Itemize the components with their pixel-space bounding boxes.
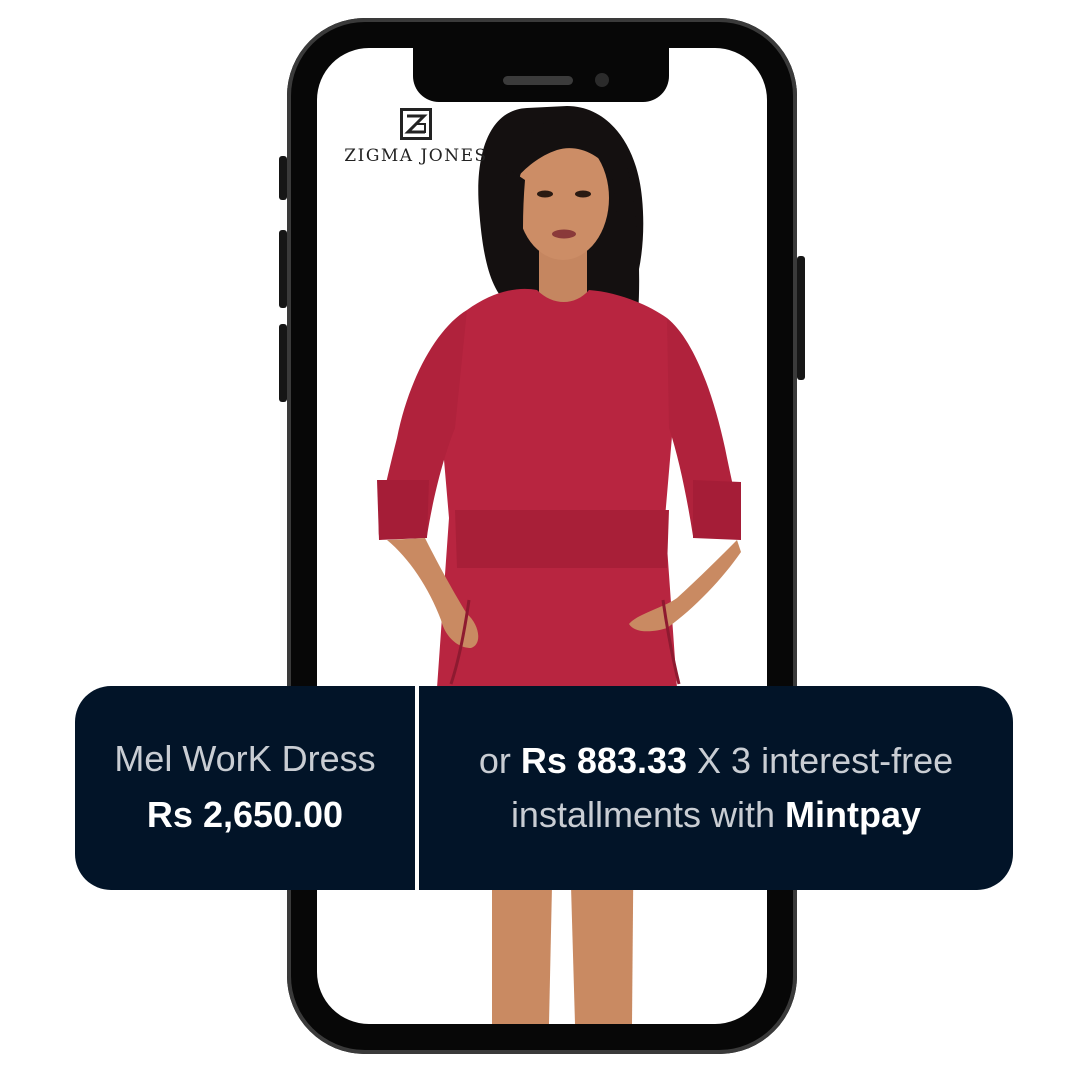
phone-frame: ZIGMA JONES xyxy=(279,18,805,1054)
product-info: Mel WorK Dress Rs 2,650.00 xyxy=(75,686,415,890)
product-name: Mel WorK Dress xyxy=(114,738,376,779)
zigma-jones-logo-icon xyxy=(400,108,432,140)
offer-prefix: or xyxy=(478,740,511,781)
silent-switch xyxy=(279,156,287,200)
installment-offer: or Rs 883.33 X 3 interest-free installme… xyxy=(419,686,1013,890)
volume-down-button xyxy=(279,324,287,402)
offer-line-2: installments with Mintpay xyxy=(511,788,921,842)
offer-line2-prefix: installments with xyxy=(510,794,776,835)
phone-notch xyxy=(413,48,669,102)
brand-name: ZIGMA JONES xyxy=(344,146,488,166)
power-button xyxy=(797,256,805,380)
offer-line-1: or Rs 883.33 X 3 interest-free xyxy=(479,734,953,788)
installment-amount: Rs 883.33 xyxy=(520,740,688,781)
payment-provider: Mintpay xyxy=(785,794,922,835)
offer-multiplier: X 3 interest-free xyxy=(697,740,954,781)
speaker-grille xyxy=(503,76,573,85)
product-price: Rs 2,650.00 xyxy=(146,794,344,835)
brand-logo: ZIGMA JONES xyxy=(341,108,491,166)
price-banner: Mel WorK Dress Rs 2,650.00 or Rs 883.33 … xyxy=(75,686,1013,890)
volume-up-button xyxy=(279,230,287,308)
front-camera xyxy=(595,73,609,87)
